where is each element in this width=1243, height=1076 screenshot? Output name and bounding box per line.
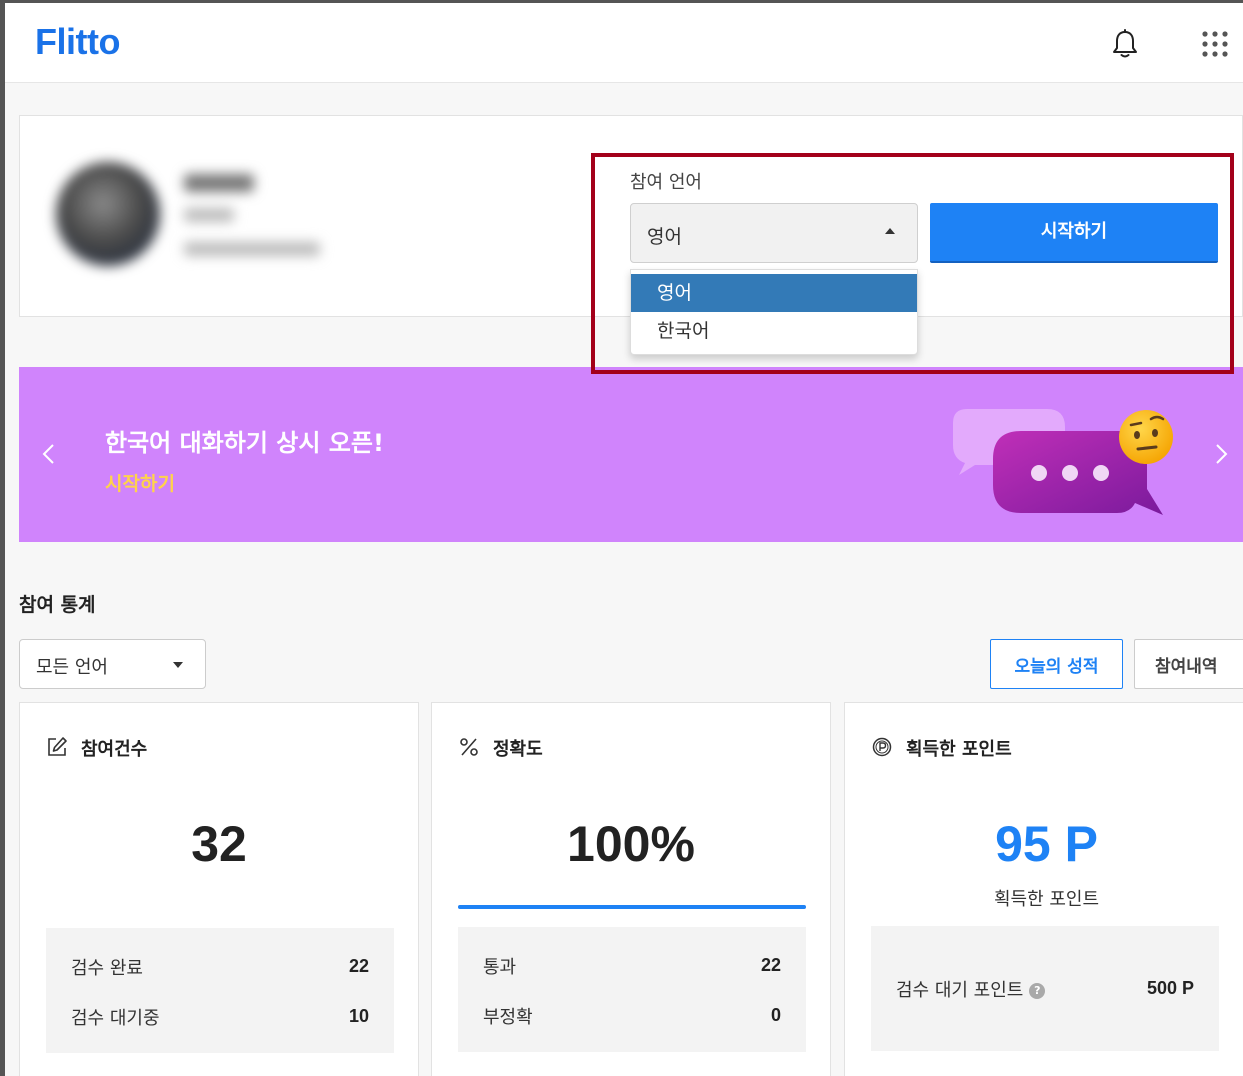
top-header: Flitto: [5, 3, 1243, 83]
grid-dots-icon[interactable]: [1201, 30, 1229, 58]
points-card: 획득한 포인트 95 P 획득한 포인트 검수 대기 포인트? 500 P: [844, 702, 1243, 1076]
language-select-value: 영어: [647, 226, 682, 248]
caret-up-icon: [885, 228, 895, 234]
row-label: 검수 완료: [71, 958, 143, 979]
accuracy-breakdown: 통과 22 부정확 0: [458, 927, 806, 1052]
percent-icon: [460, 738, 478, 756]
help-icon[interactable]: ?: [1029, 983, 1046, 999]
row-value: 22: [348, 956, 369, 976]
blurred-meta: [184, 242, 320, 256]
accuracy-value: 100%: [567, 816, 695, 872]
points-value: 95 P: [995, 816, 1098, 872]
flitto-logo[interactable]: Flitto: [35, 21, 120, 63]
language-filter-value: 모든 언어: [36, 657, 108, 678]
accuracy-progress-fill: [458, 905, 806, 909]
participation-history-button[interactable]: 참여내역: [1134, 639, 1243, 689]
promo-banner[interactable]: 한국어 대화하기 상시 오픈! 시작하기: [19, 367, 1243, 542]
today-results-button[interactable]: 오늘의 성적: [990, 639, 1123, 689]
row-value: 10: [348, 1006, 369, 1026]
participation-breakdown: 검수 완료 22 검수 대기중 10: [46, 928, 394, 1053]
blurred-profile: [50, 156, 350, 286]
caret-down-icon: [173, 662, 183, 668]
participation-count-card: 참여건수 32 검수 완료 22 검수 대기중 10: [19, 702, 419, 1076]
accuracy-card: 정확도 100% 통과 22 부정확 0: [431, 702, 831, 1076]
card-title: 정확도: [493, 739, 543, 760]
row-label: 부정확: [483, 1007, 533, 1028]
card-title: 참여건수: [81, 739, 148, 760]
banner-start-link[interactable]: 시작하기: [105, 469, 175, 496]
language-dropdown: 영어 한국어: [630, 269, 918, 355]
breakdown-row: 부정확 0: [483, 1003, 781, 1028]
pending-points-value: 500 P: [1146, 978, 1194, 998]
stats-language-filter[interactable]: 모든 언어: [19, 639, 206, 689]
stats-section-title: 참여 통계: [19, 594, 96, 616]
app-window: Flitto 참여 언어 영어 시작하기 영어 한국어 한국어 대화하기 상시 …: [0, 0, 1243, 1076]
start-button[interactable]: 시작하기: [930, 203, 1218, 263]
participation-language-label: 참여 언어: [630, 172, 702, 193]
row-label: 검수 대기중: [71, 1008, 160, 1029]
row-value: 22: [760, 955, 781, 975]
pending-points-label: 검수 대기 포인트?: [896, 976, 1046, 1002]
row-label: 통과: [483, 957, 517, 978]
edit-icon: [48, 737, 67, 756]
pending-points-box: 검수 대기 포인트? 500 P: [871, 926, 1219, 1051]
avatar: [56, 162, 160, 266]
row-value: 0: [770, 1005, 781, 1025]
chevron-left-icon[interactable]: [41, 443, 55, 465]
accuracy-progress-bar: [458, 905, 806, 909]
participation-count-value: 32: [191, 816, 247, 872]
banner-title: 한국어 대화하기 상시 오픈!: [105, 429, 384, 457]
chevron-right-icon[interactable]: [1215, 443, 1229, 465]
blurred-username: [184, 174, 254, 192]
pending-label-text: 검수 대기 포인트: [896, 980, 1024, 1001]
breakdown-row: 통과 22: [483, 953, 781, 978]
points-sub-label: 획득한 포인트: [993, 889, 1100, 910]
breakdown-row: 검수 대기중 10: [71, 1004, 369, 1029]
dropdown-option-korean[interactable]: 한국어: [631, 312, 917, 350]
point-coin-icon: [872, 737, 892, 757]
blurred-level: [184, 208, 234, 222]
bell-icon[interactable]: [1111, 29, 1139, 59]
dropdown-option-english[interactable]: 영어: [631, 274, 917, 312]
language-select[interactable]: 영어: [630, 203, 918, 263]
pending-points-row: 검수 대기 포인트? 500 P: [896, 976, 1194, 1002]
breakdown-row: 검수 완료 22: [71, 954, 369, 979]
chat-bubble-illustration: [953, 409, 1173, 515]
card-title: 획득한 포인트: [906, 739, 1012, 760]
